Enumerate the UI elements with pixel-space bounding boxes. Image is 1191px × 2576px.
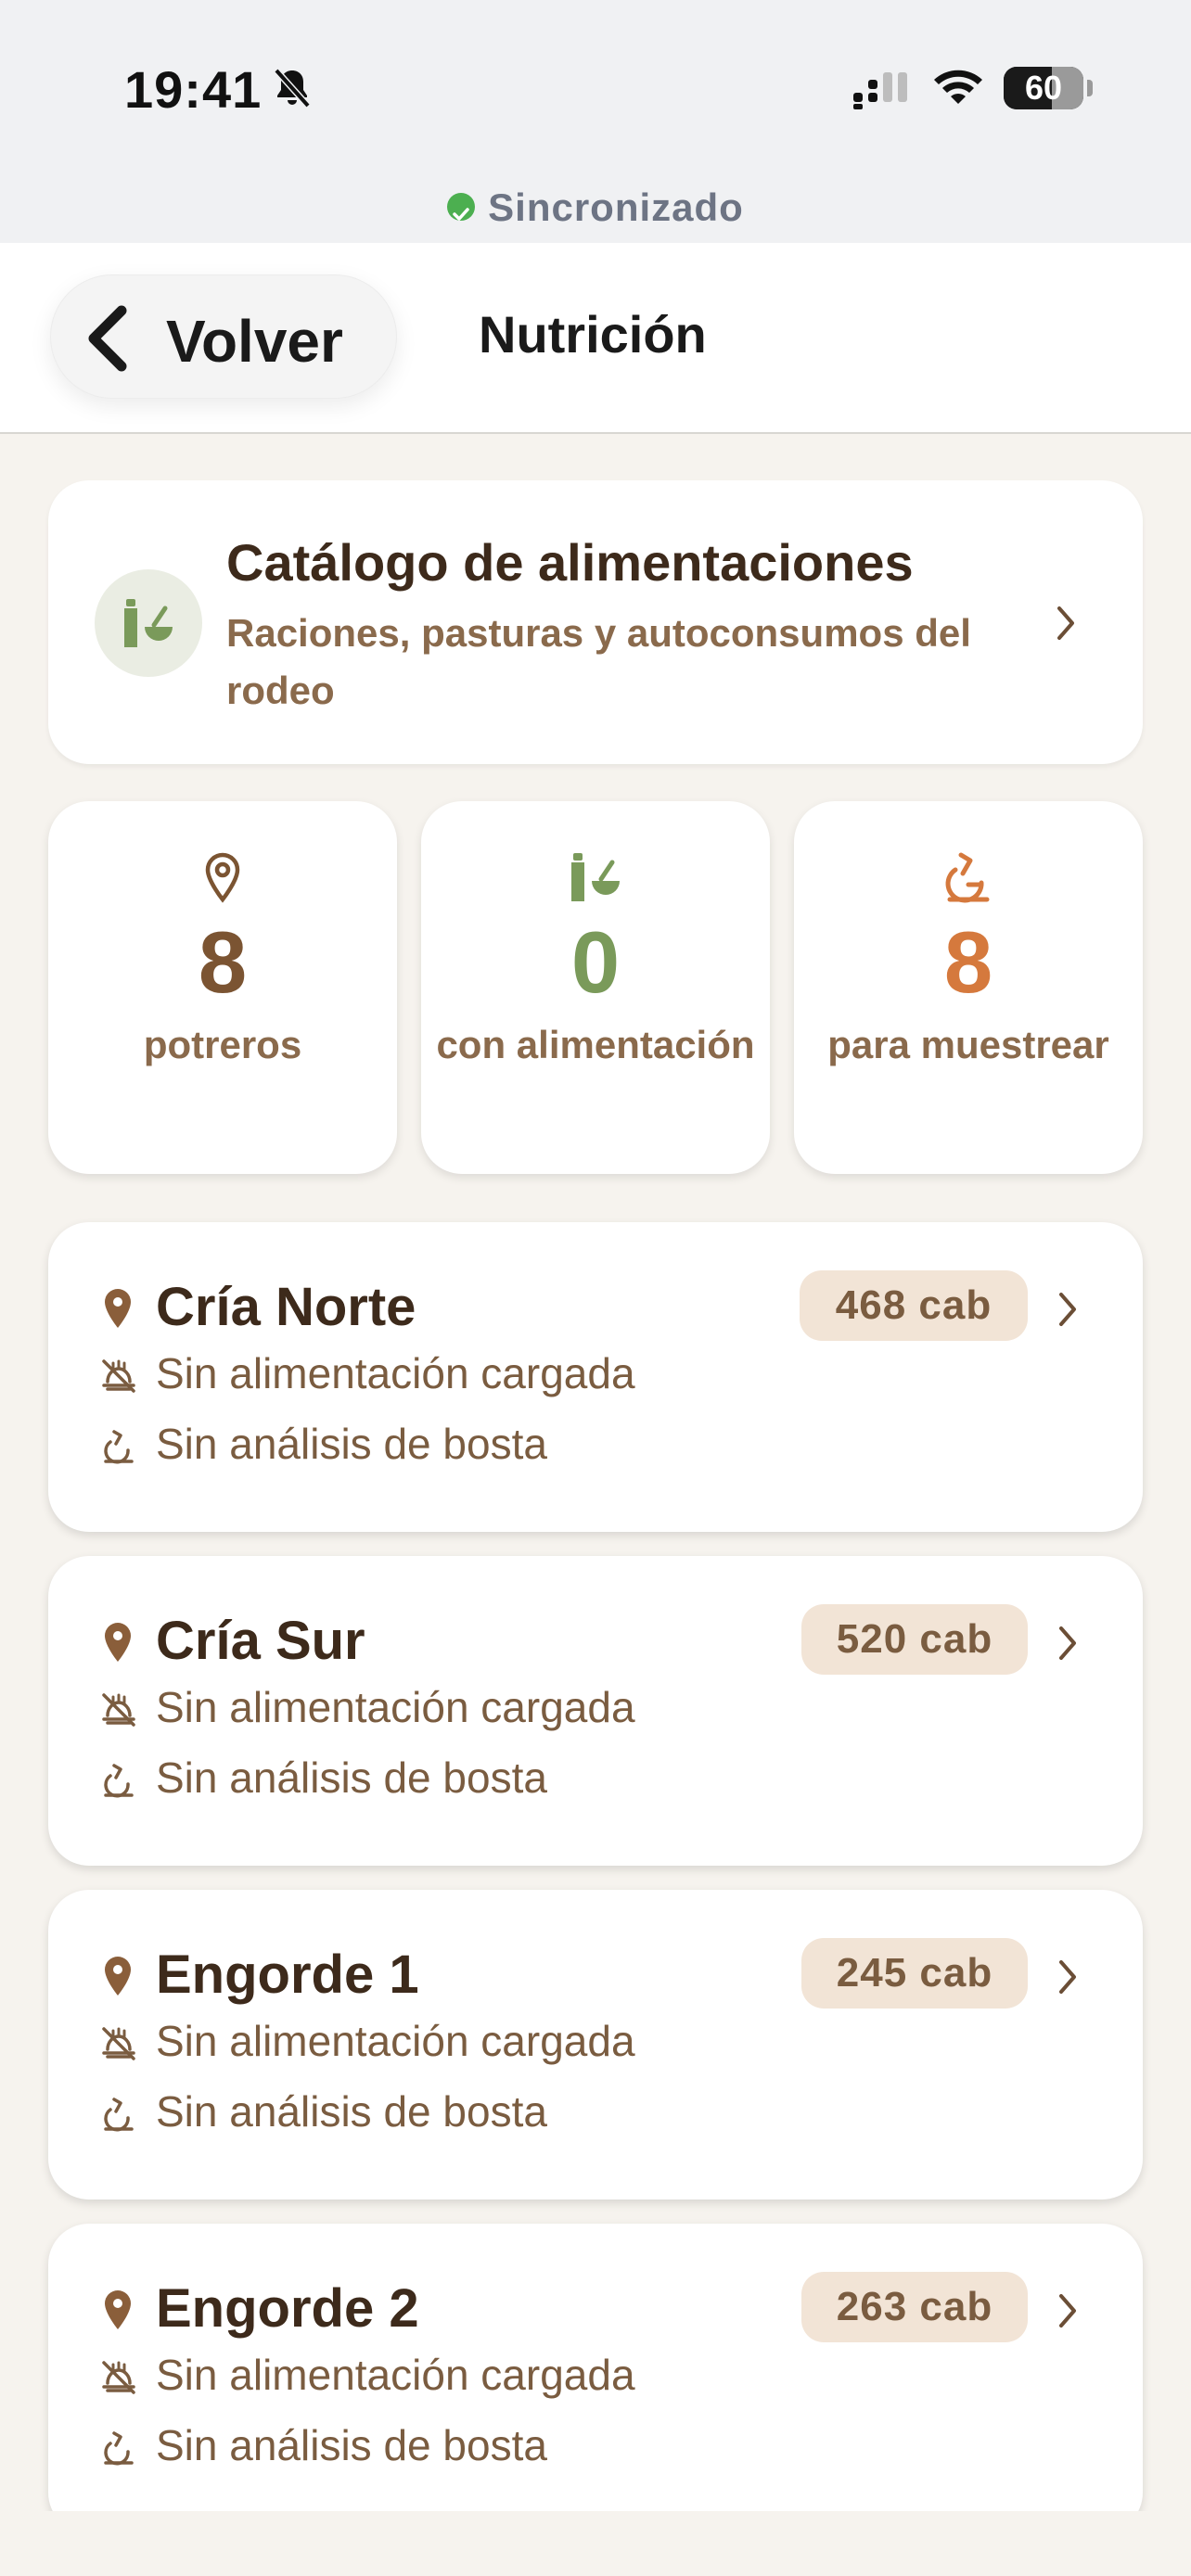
stat-card-potreros: 8 potreros (48, 801, 397, 1174)
stat-label: potreros (143, 1023, 302, 1066)
head-count-badge: 520 cab (801, 1604, 1028, 1675)
stat-value: 8 (943, 913, 993, 1011)
potrero-name: Engorde 1 (156, 1945, 419, 2005)
head-count-badge: 245 cab (801, 1938, 1028, 2009)
analysis-status-text: Sin análisis de bosta (156, 1753, 547, 1802)
sync-status: Sincronizado (0, 185, 1191, 230)
potrero-card[interactable]: Cría Sur 520 cab Sin alimentación cargad… (48, 1556, 1143, 1866)
potrero-card[interactable]: Engorde 1 245 cab Sin alimentación carga… (48, 1890, 1143, 2200)
stat-card-muestrear: 8 para muestrear (794, 801, 1143, 1174)
sync-label: Sincronizado (488, 185, 744, 229)
bell-muted-icon (274, 68, 311, 108)
potrero-card[interactable]: Engorde 2 263 cab Sin alimentación carga… (48, 2224, 1143, 2511)
catalog-title: Catálogo de alimentaciones (226, 533, 914, 592)
stat-card-alimentacion: 0 con alimentación (421, 801, 770, 1174)
head-count-badge: 468 cab (800, 1270, 1028, 1341)
stat-label: para muestrear (827, 1023, 1109, 1066)
check-circle-icon (447, 192, 476, 221)
status-bar: 19:41 60 Sincronizado (0, 0, 1191, 243)
page-title: Nutrición (479, 305, 707, 363)
map-pin-icon (105, 1623, 131, 1662)
chevron-right-icon (1059, 1626, 1076, 1660)
chevron-right-icon (1059, 2294, 1076, 2327)
map-pin-icon (205, 852, 240, 903)
potrero-name: Cría Norte (156, 1277, 416, 1337)
analysis-status-text: Sin análisis de bosta (156, 2087, 547, 2136)
feed-icon (124, 599, 173, 647)
screen: 19:41 60 Sincronizado Volver Nutrición C… (0, 0, 1191, 2511)
back-label: Volver (166, 308, 343, 375)
chevron-left-icon (88, 305, 127, 372)
microscope-icon (945, 852, 990, 903)
analysis-status-text: Sin análisis de bosta (156, 2421, 547, 2469)
battery-indicator: 60 (1004, 67, 1083, 109)
map-pin-icon (105, 2290, 131, 2329)
feed-icon (571, 853, 620, 901)
feed-status-text: Sin alimentación cargada (156, 1683, 635, 1731)
map-pin-icon (105, 1289, 131, 1328)
feed-status-text: Sin alimentación cargada (156, 1349, 635, 1397)
cellular-signal-icon (853, 72, 907, 109)
chevron-right-icon (1057, 606, 1074, 640)
microscope-icon (104, 1764, 134, 1798)
potrero-card[interactable]: Cría Norte 468 cab Sin alimentación carg… (48, 1222, 1143, 1532)
catalog-card[interactable]: Catálogo de alimentaciones Raciones, pas… (48, 480, 1143, 764)
catalog-icon-wrap (95, 569, 202, 677)
catalog-subtitle: Raciones, pasturas y autoconsumos del ro… (226, 611, 971, 712)
wifi-icon (934, 70, 982, 104)
battery-cap (1087, 80, 1093, 96)
no-feed-icon (102, 2027, 135, 2060)
battery-percent: 60 (1024, 69, 1063, 107)
stat-label: con alimentación (436, 1023, 755, 1066)
map-pin-icon (105, 1957, 131, 1996)
microscope-icon (104, 2098, 134, 2132)
no-feed-icon (102, 1693, 135, 1727)
stat-value: 0 (570, 913, 621, 1011)
back-button[interactable]: Volver (50, 274, 397, 399)
feed-status-text: Sin alimentación cargada (156, 2017, 635, 2065)
head-count-badge: 263 cab (801, 2272, 1028, 2342)
chevron-right-icon (1059, 1293, 1076, 1326)
clock: 19:41 (124, 60, 263, 119)
stat-value: 8 (198, 913, 248, 1011)
feed-status-text: Sin alimentación cargada (156, 2351, 635, 2399)
potrero-name: Cría Sur (156, 1611, 365, 1671)
no-feed-icon (102, 2361, 135, 2394)
nav-header: Volver Nutrición (0, 243, 1191, 434)
potrero-name: Engorde 2 (156, 2278, 419, 2339)
no-feed-icon (102, 1359, 135, 1393)
microscope-icon (104, 2431, 134, 2466)
chevron-right-icon (1059, 1960, 1076, 1994)
analysis-status-text: Sin análisis de bosta (156, 1420, 547, 1468)
microscope-icon (104, 1430, 134, 1464)
